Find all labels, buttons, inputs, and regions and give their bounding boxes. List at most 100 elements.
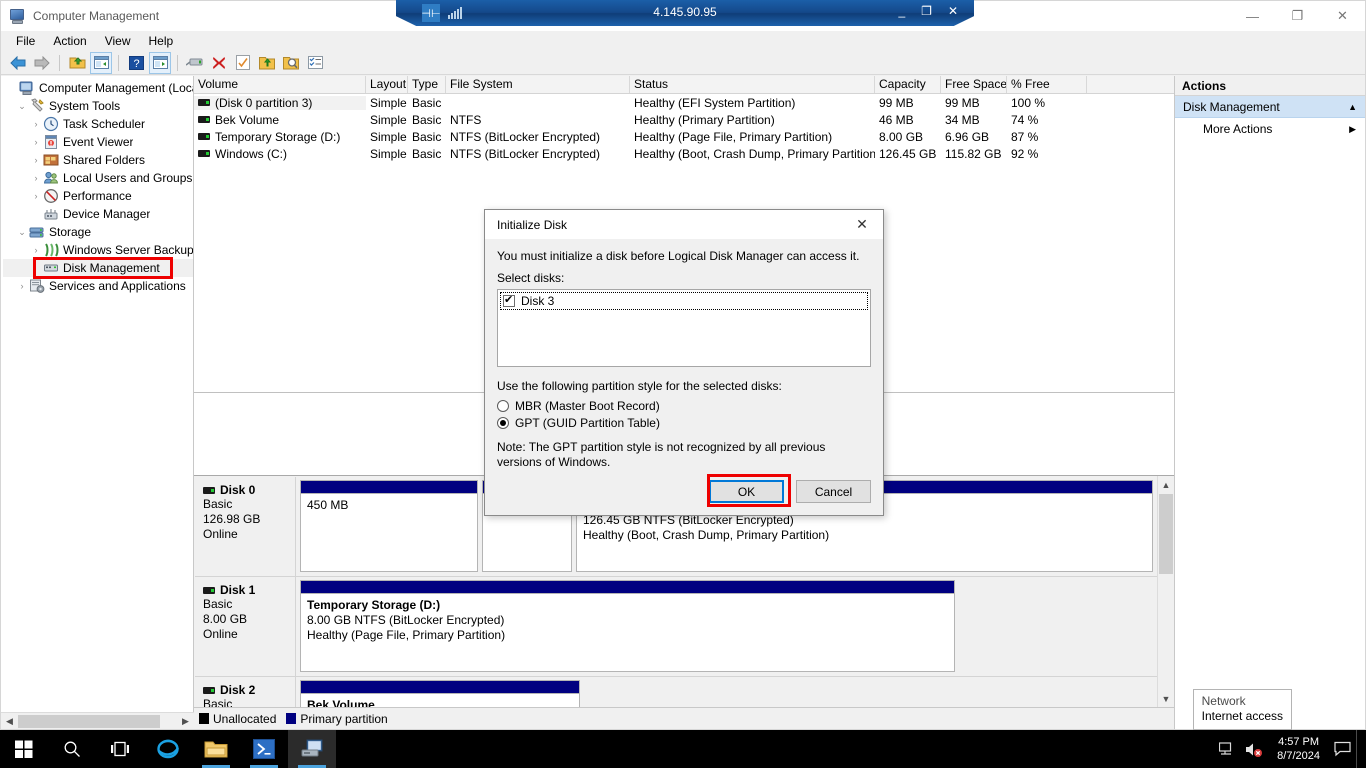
disk-info-1: Disk 1 Basic 8.00 GB Online — [195, 577, 296, 676]
checklist-icon[interactable] — [304, 52, 326, 74]
maximize-button[interactable]: ❐ — [1275, 1, 1320, 31]
cancel-button[interactable]: Cancel — [796, 480, 871, 503]
show-hide-console-tree-icon[interactable] — [90, 51, 112, 74]
column-header-free-space[interactable]: Free Space — [941, 76, 1007, 93]
toolbar-separator-2 — [118, 54, 119, 71]
chevron-right-icon[interactable]: ▶ — [1349, 124, 1356, 135]
tree-item-label: Shared Folders — [63, 153, 146, 167]
gpt-radio-button[interactable] — [497, 417, 509, 429]
taskbar-clock[interactable]: 4:57 PM 8/7/2024 — [1267, 735, 1330, 763]
rdp-minimize-button[interactable]: _ — [898, 4, 905, 18]
new-task-icon[interactable] — [232, 52, 254, 74]
tree-item-shared-folders[interactable]: › Shared Folders — [3, 151, 193, 169]
tree-item-services-and-applications[interactable]: › Services and Applications — [3, 277, 193, 295]
search-button[interactable] — [48, 730, 96, 768]
chevron-icon[interactable]: › — [29, 137, 43, 147]
radio-option-mbr[interactable]: MBR (Master Boot Record) — [497, 399, 871, 413]
dialog-title: Initialize Disk — [497, 217, 568, 232]
show-desktop-button[interactable] — [1356, 730, 1366, 768]
disk-row-2[interactable]: Disk 2 Basic 47 MB Online Bek — [195, 677, 1157, 707]
actions-group-disk-management[interactable]: Disk Management ▲ — [1175, 96, 1365, 118]
partition[interactable]: Temporary Storage (D:) 8.00 GB NTFS (Bit… — [300, 580, 955, 672]
chevron-up-icon[interactable]: ▲ — [1348, 102, 1357, 112]
actions-item-more-actions[interactable]: More Actions ▶ — [1175, 118, 1365, 140]
tree-item-label: Task Scheduler — [63, 117, 146, 131]
menu-view[interactable]: View — [96, 32, 140, 50]
show-hide-action-pane-icon[interactable] — [149, 51, 171, 74]
disk-list-item[interactable]: Disk 3 — [500, 292, 868, 310]
scrollbar-thumb[interactable] — [1159, 494, 1173, 574]
close-button[interactable]: ✕ — [1320, 1, 1365, 31]
menu-action[interactable]: Action — [44, 32, 95, 50]
graphical-view-scrollbar[interactable]: ▲ ▼ — [1157, 476, 1174, 707]
rdp-close-button[interactable]: ✕ — [948, 4, 958, 18]
table-row[interactable]: Windows (C:) Simple Basic NTFS (BitLocke… — [194, 145, 1174, 162]
table-row[interactable]: Bek Volume Simple Basic NTFS Healthy (Pr… — [194, 111, 1174, 128]
up-folder-icon[interactable] — [66, 52, 88, 74]
partition[interactable]: 450 MB — [300, 480, 478, 572]
internet-explorer-button[interactable] — [144, 730, 192, 768]
find-icon[interactable] — [280, 52, 302, 74]
column-header-capacity[interactable]: Capacity — [875, 76, 941, 93]
column-header-file-system[interactable]: File System — [446, 76, 630, 93]
computer-management-button[interactable] — [288, 730, 336, 768]
chevron-icon[interactable]: ⌄ — [15, 101, 29, 112]
tree-item-disk-management[interactable]: Disk Management — [3, 257, 193, 279]
help-icon[interactable]: ? — [125, 52, 147, 74]
table-row[interactable]: (Disk 0 partition 3) Simple Basic Health… — [194, 94, 1174, 111]
chevron-icon[interactable]: › — [29, 173, 43, 183]
rdp-restore-button[interactable]: ❐ — [921, 4, 932, 18]
menu-file[interactable]: File — [7, 32, 44, 50]
forward-arrow-icon[interactable] — [31, 52, 53, 74]
column-header-volume[interactable]: Volume — [194, 76, 366, 93]
column-header-type[interactable]: Type — [408, 76, 446, 93]
tree-item-computer-management[interactable]: Computer Management (Local — [3, 79, 193, 97]
disk-glyph-icon — [203, 586, 215, 594]
disk-checkbox[interactable] — [503, 293, 515, 307]
column-header-layout[interactable]: Layout — [366, 76, 408, 93]
column-header-status[interactable]: Status — [630, 76, 875, 93]
scroll-right-icon[interactable]: ▶ — [177, 714, 194, 729]
properties-icon[interactable] — [184, 52, 206, 74]
tree-horizontal-scrollbar[interactable]: ◀ ▶ — [1, 712, 194, 729]
minimize-button[interactable]: — — [1230, 1, 1275, 31]
action-center-icon[interactable] — [1330, 730, 1356, 768]
scrollbar-thumb[interactable] — [18, 714, 160, 728]
tree-item-performance[interactable]: › Performance — [3, 187, 193, 205]
chevron-icon[interactable]: › — [15, 281, 29, 291]
back-arrow-icon[interactable] — [7, 52, 29, 74]
disk-row-1[interactable]: Disk 1 Basic 8.00 GB Online Temporary St… — [195, 577, 1157, 677]
mbr-radio-button[interactable] — [497, 400, 509, 412]
chevron-icon[interactable]: › — [29, 119, 43, 129]
tree-item-event-viewer[interactable]: › Event Viewer — [3, 133, 193, 151]
file-explorer-button[interactable] — [192, 730, 240, 768]
scroll-down-icon[interactable]: ▼ — [1158, 690, 1174, 707]
tree-item-device-manager[interactable]: Device Manager — [3, 205, 193, 223]
partition[interactable]: Bek Volume 46 MB NTFS Healthy (Primary P… — [300, 680, 580, 707]
tree-item-local-users-and-groups[interactable]: › Local Users and Groups — [3, 169, 193, 187]
legend-label-unallocated: Unallocated — [213, 711, 277, 726]
radio-option-gpt[interactable]: GPT (GUID Partition Table) — [497, 416, 871, 430]
powershell-button[interactable] — [240, 730, 288, 768]
delete-icon[interactable] — [208, 52, 230, 74]
chevron-icon[interactable]: ⌄ — [15, 227, 29, 238]
tree-item-system-tools[interactable]: ⌄ System Tools — [3, 97, 193, 115]
task-view-button[interactable] — [96, 730, 144, 768]
column-header-percent-free[interactable]: % Free — [1007, 76, 1087, 93]
dialog-close-button[interactable]: ✕ — [841, 210, 883, 239]
scroll-left-icon[interactable]: ◀ — [1, 714, 18, 729]
start-button[interactable] — [0, 730, 48, 768]
table-row[interactable]: Temporary Storage (D:) Simple Basic NTFS… — [194, 128, 1174, 145]
disk-select-list[interactable]: Disk 3 — [497, 289, 871, 367]
dialog-note-text: Note: The GPT partition style is not rec… — [497, 440, 826, 469]
chevron-icon[interactable]: › — [29, 155, 43, 165]
export-list-icon[interactable] — [256, 52, 278, 74]
network-icon[interactable] — [1215, 730, 1241, 768]
tree-item-task-scheduler[interactable]: › Task Scheduler — [3, 115, 193, 133]
chevron-icon[interactable]: › — [29, 245, 43, 255]
chevron-icon[interactable]: › — [29, 191, 43, 201]
tree-item-storage[interactable]: ⌄ Storage — [3, 223, 193, 241]
scroll-up-icon[interactable]: ▲ — [1158, 476, 1174, 493]
volume-muted-icon[interactable] — [1241, 730, 1267, 768]
menu-help[interactable]: Help — [140, 32, 183, 50]
